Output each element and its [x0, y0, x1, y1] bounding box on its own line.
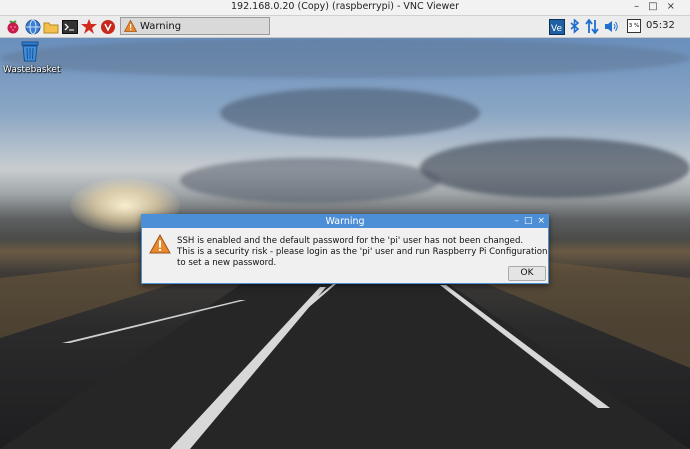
clock[interactable]: 05:32 — [646, 20, 675, 31]
warning-dialog: Warning – □ × SSH is enabled and the def… — [141, 214, 549, 284]
wastebasket-icon — [21, 41, 39, 62]
web-browser-icon[interactable] — [24, 18, 41, 35]
window-controls: –□× — [634, 1, 684, 12]
network-icon[interactable] — [584, 18, 600, 35]
dialog-minimize-button[interactable]: – — [514, 215, 519, 228]
vnc-server-icon[interactable]: Ve — [548, 18, 566, 35]
warning-icon — [149, 233, 171, 257]
window-title: 192.168.0.20 (Copy) (raspberrypi) - VNC … — [231, 1, 459, 12]
dialog-title: Warning — [325, 216, 365, 227]
vnc-window-titlebar: 192.168.0.20 (Copy) (raspberrypi) - VNC … — [0, 0, 690, 16]
dialog-message: SSH is enabled and the default password … — [177, 236, 548, 269]
terminal-icon[interactable] — [61, 18, 78, 35]
warning-icon — [124, 20, 137, 32]
mathematica-icon[interactable] — [80, 18, 97, 35]
svg-text:Ve: Ve — [551, 24, 562, 34]
ok-button[interactable]: OK — [508, 266, 546, 281]
volume-icon[interactable] — [603, 18, 619, 35]
dialog-close-button[interactable]: × — [537, 215, 545, 228]
close-button[interactable]: × — [667, 1, 684, 12]
bluetooth-icon[interactable] — [568, 18, 582, 35]
taskbar-item-warning[interactable]: Warning — [120, 17, 270, 35]
maximize-button[interactable]: □ — [648, 1, 666, 12]
dialog-titlebar[interactable]: Warning – □ × — [142, 215, 548, 228]
dialog-message-line-1: SSH is enabled and the default password … — [177, 236, 524, 246]
dialog-maximize-button[interactable]: □ — [524, 215, 533, 228]
file-manager-icon[interactable] — [42, 18, 59, 35]
desktop-icon-label: Wastebasket — [3, 65, 61, 75]
wolfram-icon[interactable] — [99, 18, 116, 35]
desktop-icon-wastebasket[interactable]: Wastebasket — [3, 40, 61, 75]
taskbar-item-label: Warning — [140, 20, 182, 32]
cpu-monitor[interactable]: 3 % — [627, 19, 641, 33]
dialog-controls: – □ × — [514, 215, 545, 228]
top-panel: Warning Ve 3 % 05:32 — [0, 16, 690, 38]
dialog-message-line-2: This is a security risk - please login a… — [177, 247, 548, 268]
minimize-button[interactable]: – — [634, 1, 648, 12]
raspberry-menu-icon[interactable] — [4, 18, 21, 35]
